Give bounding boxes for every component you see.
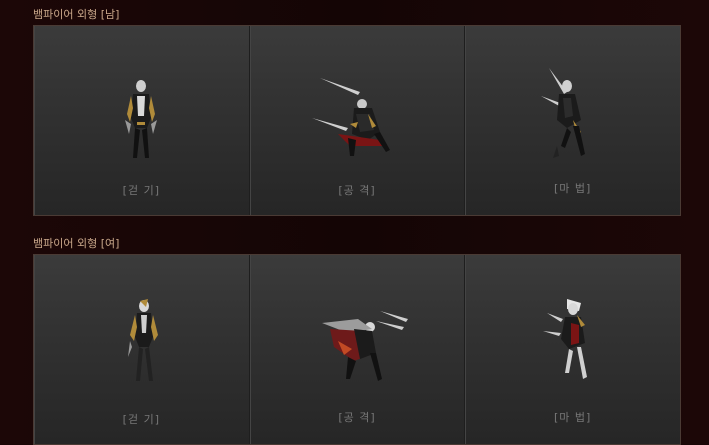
vampire-female-walk-image <box>128 299 158 381</box>
label-male-magic: [마 법] <box>554 182 592 195</box>
cell-female-walk: [걷 기] <box>34 255 250 444</box>
vampire-male-walk-image <box>125 80 157 158</box>
section-title-female: 뱀파이어 외형 [여] <box>33 237 120 250</box>
panel-male: [걷 기] [공 격] [마 법] <box>33 25 681 216</box>
vampire-male-magic-image <box>541 68 586 158</box>
panel-female: [걷 기] [공 격] [마 법] <box>33 254 681 445</box>
cell-male-attack: [공 격] <box>249 26 466 215</box>
label-male-walk: [걷 기] <box>122 184 160 197</box>
label-female-magic: [마 법] <box>554 411 592 424</box>
label-female-walk: [걷 기] <box>122 413 160 426</box>
cell-female-attack: [공 격] <box>249 255 466 444</box>
vampire-male-attack-image <box>311 78 390 156</box>
cell-female-magic: [마 법] <box>465 255 681 444</box>
vampire-female-attack-image <box>321 311 408 381</box>
section-title-male: 뱀파이어 외형 [남] <box>33 8 120 21</box>
cell-male-walk: [걷 기] <box>34 26 250 215</box>
label-male-attack: [공 격] <box>338 184 376 197</box>
label-female-attack: [공 격] <box>338 411 376 424</box>
cell-male-magic: [마 법] <box>465 26 681 215</box>
vampire-female-magic-image <box>543 299 588 379</box>
